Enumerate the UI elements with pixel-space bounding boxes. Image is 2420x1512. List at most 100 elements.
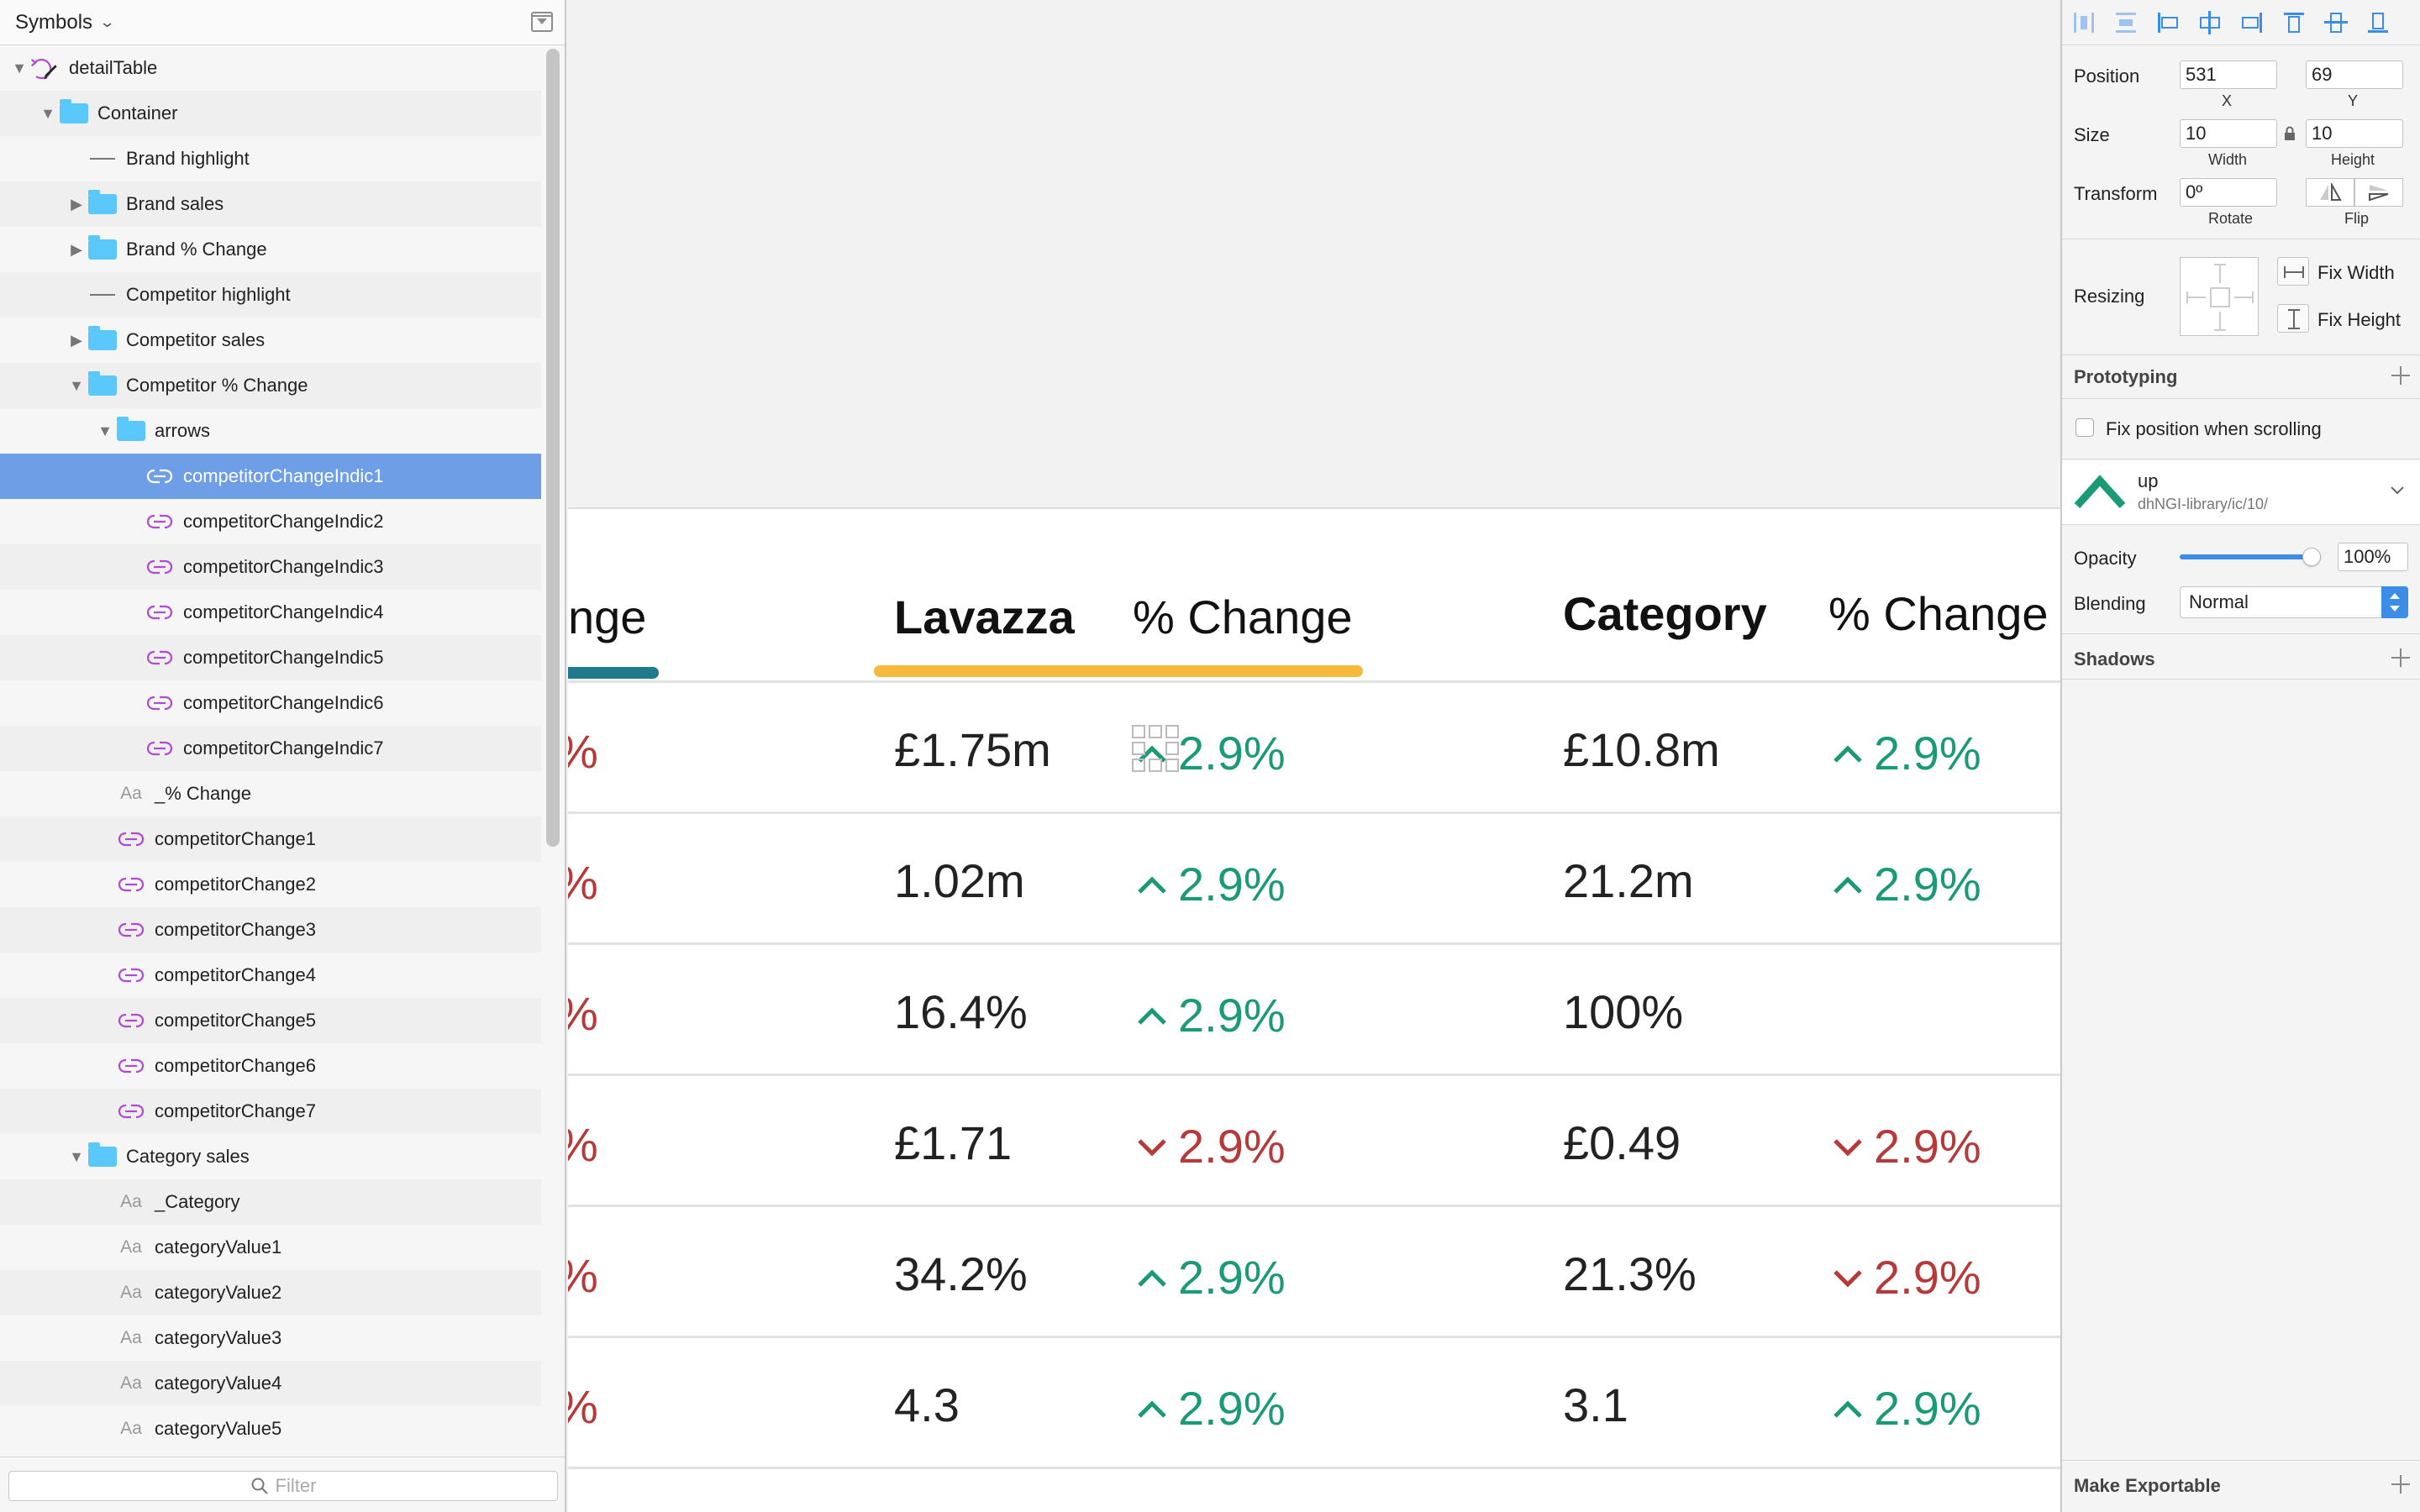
- flip-horizontal-button[interactable]: [2306, 178, 2354, 207]
- layer-row[interactable]: ▶competitorChange5: [0, 998, 541, 1043]
- layer-row[interactable]: ▼ arrows: [0, 408, 541, 454]
- brand-sales-cell[interactable]: 34.2%: [894, 1247, 1028, 1301]
- layer-row[interactable]: ▶competitorChangeIndic2: [0, 499, 541, 544]
- category-change-cell[interactable]: 2.9%: [1832, 1381, 1981, 1436]
- layers-header[interactable]: Symbols ⌄: [0, 0, 565, 45]
- opacity-slider-knob[interactable]: [2302, 548, 2321, 566]
- layer-row[interactable]: ▶Aa_% Change: [0, 771, 541, 816]
- align-bottom-icon[interactable]: [2365, 9, 2391, 36]
- disclosure-open-icon[interactable]: ▼: [39, 104, 57, 123]
- fix-height-label[interactable]: Fix Height: [2317, 309, 2401, 331]
- filter-input[interactable]: Filter: [8, 1471, 558, 1501]
- symbol-selector[interactable]: up dhNGI-library/ic/10/: [2062, 460, 2420, 524]
- layer-row[interactable]: ▼ Container: [0, 91, 541, 136]
- chevron-down-icon[interactable]: ⌄: [99, 13, 116, 31]
- layer-row[interactable]: ▶competitorChangeIndic7: [0, 726, 541, 771]
- fix-width-label[interactable]: Fix Width: [2317, 262, 2395, 284]
- brand-sales-cell[interactable]: £1.71: [894, 1116, 1012, 1170]
- disclosure-closed-icon[interactable]: ▶: [67, 195, 86, 213]
- layer-row[interactable]: ▶Aa_Category: [0, 1179, 541, 1225]
- category-sales-cell[interactable]: £0.49: [1563, 1116, 1681, 1170]
- brand-sales-cell[interactable]: 4.3: [894, 1378, 960, 1432]
- layer-row[interactable]: ▶competitorChangeIndic4: [0, 590, 541, 635]
- opacity-field[interactable]: 100%: [2338, 543, 2408, 571]
- selection-handles-icon[interactable]: [1131, 724, 1180, 773]
- layer-row[interactable]: ▶competitorChange2: [0, 862, 541, 907]
- chevron-down-icon[interactable]: [2390, 486, 2405, 496]
- brand-change-cell[interactable]: 2.9%: [1136, 1381, 1286, 1436]
- category-change-cell[interactable]: 2.9%: [1832, 857, 1981, 911]
- distribute-vertical-icon[interactable]: [2112, 9, 2139, 36]
- layer-row[interactable]: ▶competitorChange3: [0, 907, 541, 953]
- layers-scrollbar[interactable]: [546, 49, 560, 847]
- category-sales-cell[interactable]: 3.1: [1563, 1378, 1628, 1432]
- disclosure-open-icon[interactable]: ▼: [67, 376, 86, 395]
- layer-row[interactable]: ▶competitorChange6: [0, 1043, 541, 1089]
- disclosure-open-icon[interactable]: ▼: [10, 59, 29, 77]
- layer-row[interactable]: ▼ Category sales: [0, 1134, 541, 1179]
- align-top-icon[interactable]: [2281, 9, 2307, 36]
- category-change-cell[interactable]: 2.9%: [1832, 1119, 1981, 1173]
- layer-row[interactable]: ▶AacategoryValue1: [0, 1225, 541, 1270]
- brand-sales-cell[interactable]: 1.02m: [894, 853, 1025, 908]
- disclosure-open-icon[interactable]: ▼: [67, 1147, 86, 1166]
- align-vertical-center-icon[interactable]: [2323, 9, 2349, 36]
- fix-position-label[interactable]: Fix position when scrolling: [2106, 418, 2322, 440]
- position-y-field[interactable]: 69: [2306, 60, 2403, 89]
- page-selector-label[interactable]: Symbols: [15, 11, 92, 34]
- make-exportable-title[interactable]: Make Exportable: [2074, 1475, 2221, 1497]
- align-horizontal-center-icon[interactable]: [2196, 9, 2223, 36]
- layer-row[interactable]: ▶ Brand sales: [0, 181, 541, 227]
- flip-vertical-button[interactable]: [2354, 178, 2403, 207]
- resizing-constraints-control[interactable]: [2180, 257, 2259, 336]
- brand-sales-cell[interactable]: 16.4%: [894, 984, 1028, 1039]
- fix-height-button[interactable]: [2277, 304, 2309, 333]
- category-sales-cell[interactable]: 21.3%: [1563, 1247, 1697, 1301]
- brand-sales-cell[interactable]: £1.75m: [894, 722, 1051, 777]
- blending-select[interactable]: Normal: [2180, 586, 2408, 618]
- distribute-horizontal-icon[interactable]: [2070, 9, 2097, 36]
- add-shadow-icon[interactable]: [2391, 648, 2410, 667]
- layer-row[interactable]: ▶competitorChange1: [0, 816, 541, 862]
- layer-row[interactable]: ▶competitorChangeIndic3: [0, 544, 541, 590]
- height-field[interactable]: 10: [2306, 119, 2403, 148]
- layer-row[interactable]: ▶Competitor highlight: [0, 272, 541, 318]
- position-x-field[interactable]: 531: [2180, 60, 2277, 89]
- layer-row[interactable]: ▶competitorChangeIndic6: [0, 680, 541, 726]
- category-change-cell[interactable]: 2.9%: [1832, 1250, 1981, 1305]
- layer-row[interactable]: ▶competitorChange4: [0, 953, 541, 998]
- fix-width-button[interactable]: [2277, 257, 2309, 286]
- canvas[interactable]: nge Lavazza % Change Category % Change %…: [568, 0, 2060, 1512]
- layer-row[interactable]: ▶AacategoryValue4: [0, 1361, 541, 1406]
- disclosure-closed-icon[interactable]: ▶: [67, 240, 86, 259]
- brand-change-cell[interactable]: 2.9%: [1136, 1119, 1286, 1173]
- align-right-icon[interactable]: [2238, 9, 2265, 36]
- lock-icon[interactable]: [2284, 126, 2296, 141]
- fix-position-checkbox[interactable]: [2075, 418, 2094, 437]
- collapse-all-icon[interactable]: [531, 12, 553, 32]
- layer-row[interactable]: ▶ Brand % Change: [0, 227, 541, 272]
- brand-change-cell[interactable]: 2.9%: [1136, 988, 1286, 1042]
- category-sales-cell[interactable]: 21.2m: [1563, 853, 1694, 908]
- layer-row[interactable]: ▶competitorChange7: [0, 1089, 541, 1134]
- add-prototyping-icon[interactable]: [2391, 366, 2410, 385]
- layer-row[interactable]: ▶AacategoryValue3: [0, 1315, 541, 1361]
- brand-change-cell[interactable]: 2.9%: [1136, 1250, 1286, 1305]
- category-change-cell[interactable]: 2.9%: [1832, 726, 1981, 780]
- layer-row[interactable]: ▼ Competitor % Change: [0, 363, 541, 408]
- layer-row[interactable]: ▼ detailTable: [0, 45, 541, 91]
- category-sales-cell[interactable]: 100%: [1563, 984, 1683, 1039]
- layer-row[interactable]: ▶Brand highlight: [0, 136, 541, 181]
- category-sales-cell[interactable]: £10.8m: [1563, 722, 1720, 777]
- rotate-field[interactable]: 0º: [2180, 178, 2277, 207]
- disclosure-closed-icon[interactable]: ▶: [67, 331, 86, 349]
- width-field[interactable]: 10: [2180, 119, 2277, 148]
- layer-row[interactable]: ▶ Competitor sales: [0, 318, 541, 363]
- layer-row[interactable]: ▶AacategoryValue2: [0, 1270, 541, 1315]
- brand-change-cell[interactable]: 2.9%: [1136, 857, 1286, 911]
- artboard-detail-table[interactable]: nge Lavazza % Change Category % Change %…: [568, 507, 2060, 1512]
- disclosure-open-icon[interactable]: ▼: [96, 422, 114, 440]
- align-left-icon[interactable]: [2154, 9, 2181, 36]
- layer-row[interactable]: ▶competitorChangeIndic5: [0, 635, 541, 680]
- layer-row[interactable]: ▶competitorChangeIndic1: [0, 454, 541, 499]
